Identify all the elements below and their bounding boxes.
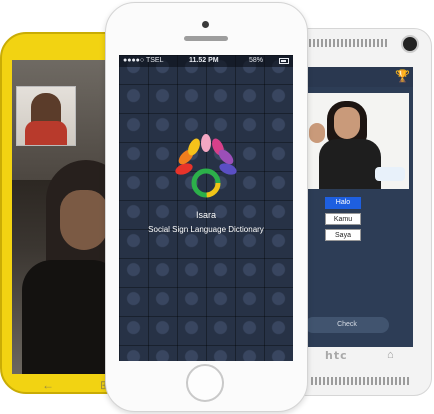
front-camera xyxy=(202,21,209,28)
petal xyxy=(201,134,211,152)
splash-screen: ●●●●○ TSEL 11.52 PM 58% Isara Social Sig… xyxy=(119,55,293,361)
earpiece-speaker xyxy=(184,36,228,41)
carrier-signal: ●●●●○ TSEL xyxy=(123,57,164,64)
check-button[interactable]: Check xyxy=(305,317,389,333)
self-view-shirt xyxy=(25,121,67,145)
battery-icon xyxy=(279,58,289,64)
signer-body xyxy=(319,139,381,189)
self-view-thumbnail[interactable] xyxy=(16,86,76,146)
isara-logo-icon xyxy=(175,134,237,198)
status-bar: ●●●●○ TSEL 11.52 PM 58% xyxy=(119,55,293,67)
answer-option-kamu[interactable]: Kamu xyxy=(325,213,361,225)
htc-nav-bar: htc ⌂ xyxy=(295,347,413,365)
speaker-grille-top xyxy=(309,39,387,47)
status-time: 11.52 PM xyxy=(189,57,219,64)
speaker-grille-bottom xyxy=(311,377,409,385)
quiz-screen: 🏆 Halo Kamu Saya Check xyxy=(295,67,413,347)
right-phone: 🏆 Halo Kamu Saya Check htc ⌂ xyxy=(288,28,432,396)
trophy-icon[interactable]: 🏆 xyxy=(395,69,410,83)
home-button[interactable] xyxy=(186,364,224,402)
center-phone: ●●●●○ TSEL 11.52 PM 58% Isara Social Sig… xyxy=(105,2,308,412)
caller-face xyxy=(60,190,108,250)
home-icon[interactable]: ⌂ xyxy=(387,349,394,361)
answer-option-halo[interactable]: Halo xyxy=(325,197,361,209)
answer-option-saya[interactable]: Saya xyxy=(325,229,361,241)
app-name: Isara xyxy=(195,210,216,220)
signer-hand xyxy=(309,123,325,143)
photo-mosaic-background xyxy=(119,55,293,361)
battery-fill xyxy=(281,60,286,62)
battery-percent: 58% xyxy=(249,57,264,64)
signer-face xyxy=(334,107,360,139)
video-watermark xyxy=(375,167,405,181)
sign-video[interactable] xyxy=(305,93,409,189)
front-camera xyxy=(401,35,419,53)
htc-logo: htc xyxy=(325,349,348,362)
app-bar: 🏆 xyxy=(295,67,413,87)
app-tagline: Social Sign Language Dictionary xyxy=(148,225,264,234)
back-arrow-icon[interactable]: ← xyxy=(42,378,54,392)
